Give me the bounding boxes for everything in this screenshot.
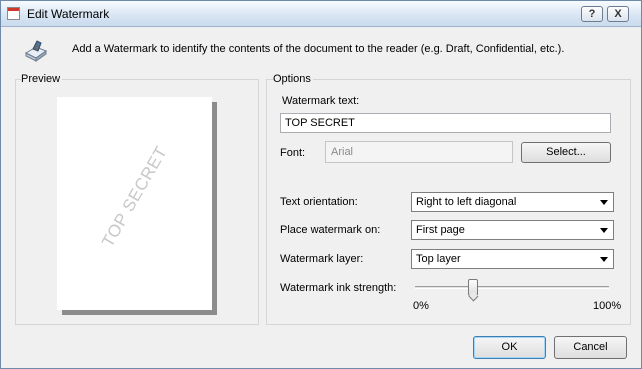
watermark-text-label: Watermark text: <box>282 95 360 107</box>
cancel-button[interactable]: Cancel <box>554 336 627 359</box>
strength-slider-track[interactable] <box>415 286 609 289</box>
place-value: First page <box>416 224 465 236</box>
ok-button[interactable]: OK <box>473 336 546 359</box>
window-title: Edit Watermark <box>27 7 110 21</box>
help-button[interactable]: ? <box>581 6 603 22</box>
stamp-icon <box>24 40 48 62</box>
select-font-button[interactable]: Select... <box>521 142 611 163</box>
intro-text: Add a Watermark to identify the contents… <box>72 43 565 55</box>
strength-max-label: 100% <box>593 300 622 312</box>
close-button[interactable]: X <box>607 6 629 22</box>
strength-slider-thumb[interactable] <box>468 279 479 296</box>
edit-watermark-dialog: Edit Watermark ? X Add a Watermark to id… <box>0 0 642 369</box>
font-field: Arial <box>325 141 513 163</box>
layer-value: Top layer <box>416 253 461 265</box>
chevron-down-icon <box>600 200 608 205</box>
place-dropdown[interactable]: First page <box>411 220 614 240</box>
options-label: Options <box>273 73 313 85</box>
watermark-preview-text: TOP SECRET <box>98 143 172 251</box>
font-label: Font: <box>280 147 306 159</box>
strength-label: Watermark ink strength: <box>280 282 397 294</box>
preview-page: TOP SECRET <box>57 97 212 310</box>
preview-label: Preview <box>21 73 63 85</box>
layer-label: Watermark layer: <box>280 253 364 265</box>
layer-dropdown[interactable]: Top layer <box>411 249 614 269</box>
place-label: Place watermark on: <box>280 224 381 236</box>
strength-min-label: 0% <box>413 300 429 312</box>
orientation-dropdown[interactable]: Right to left diagonal <box>411 192 614 212</box>
orientation-value: Right to left diagonal <box>416 196 517 208</box>
orientation-label: Text orientation: <box>280 196 358 208</box>
title-bar[interactable]: Edit Watermark ? X <box>1 1 641 27</box>
watermark-text-input[interactable]: TOP SECRET <box>280 113 611 133</box>
chevron-down-icon <box>600 228 608 233</box>
chevron-down-icon <box>600 257 608 262</box>
app-icon <box>7 7 20 20</box>
